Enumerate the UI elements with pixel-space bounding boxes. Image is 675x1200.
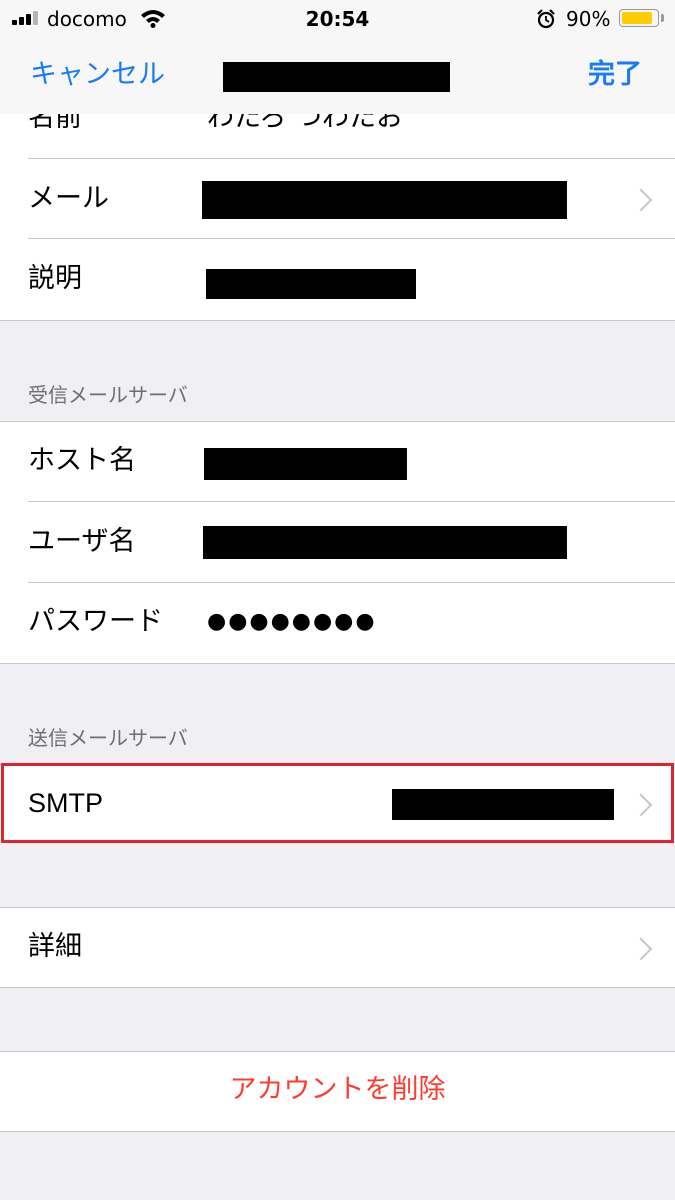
delete-group: アカウントを削除 (0, 1052, 675, 1131)
email-row[interactable]: メール (0, 159, 675, 239)
status-bar: docomo 20:54 90% (0, 0, 675, 36)
host-label: ホスト名 (28, 445, 136, 476)
name-value[interactable]: わたろ つわたお (207, 114, 403, 135)
username-value-redacted[interactable] (203, 526, 567, 559)
email-value-redacted (202, 181, 567, 219)
password-field[interactable]: ●●●●●●●● (207, 607, 377, 637)
username-label: ユーザ名 (28, 526, 136, 557)
description-value-redacted[interactable] (206, 269, 416, 299)
account-group: 名前 わたろ つわたお メール 説明 (0, 114, 675, 320)
name-row[interactable]: 名前 わたろ つわたお (0, 114, 675, 159)
outgoing-section-header: 送信メールサーバ (28, 726, 188, 750)
incoming-section-header: 受信メールサーバ (28, 383, 188, 407)
chevron-right-icon (629, 937, 653, 961)
alarm-icon (537, 9, 555, 29)
password-label: パスワード (28, 606, 163, 637)
done-button[interactable]: 完了 (588, 58, 642, 92)
host-value-redacted[interactable] (204, 448, 407, 480)
chevron-right-icon (629, 188, 653, 212)
advanced-label: 詳細 (28, 931, 82, 962)
email-label: メール (28, 183, 109, 214)
battery-icon (619, 9, 659, 27)
incoming-group: ホスト名 ユーザ名 パスワード ●●●●●●●● (0, 422, 675, 663)
advanced-row[interactable]: 詳細 (0, 908, 675, 987)
username-row[interactable]: ユーザ名 (0, 502, 675, 583)
description-label: 説明 (28, 263, 82, 294)
delete-account-button[interactable]: アカウントを削除 (0, 1073, 675, 1107)
battery-cap (661, 14, 664, 22)
smtp-highlight-box (1, 763, 674, 843)
description-row[interactable]: 説明 (0, 239, 675, 320)
battery-percentage: 90% (566, 7, 611, 31)
navigation-bar: キャンセル 完了 (0, 36, 675, 114)
nav-title-redacted (223, 62, 450, 92)
password-row[interactable]: パスワード ●●●●●●●● (0, 583, 675, 663)
advanced-group: 詳細 (0, 908, 675, 987)
name-label: 名前 (28, 114, 82, 133)
host-row[interactable]: ホスト名 (0, 422, 675, 502)
cancel-button[interactable]: キャンセル (30, 58, 165, 92)
